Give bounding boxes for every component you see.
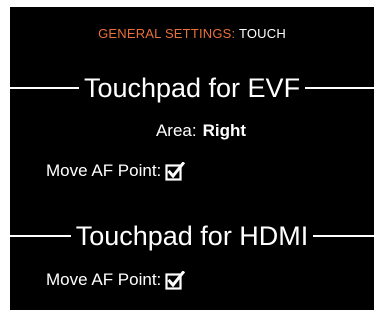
hdmi-move-af-row[interactable]: Move AF Point: bbox=[46, 270, 186, 291]
evf-area-label: Area: bbox=[155, 121, 197, 140]
checkbox-checked-icon bbox=[165, 270, 186, 290]
breadcrumb-category: GENERAL SETTINGS: bbox=[98, 26, 236, 41]
evf-section-header: Touchpad for EVF bbox=[10, 70, 374, 106]
evf-area-row[interactable]: Area: Right bbox=[10, 121, 374, 141]
divider-left bbox=[10, 87, 79, 89]
breadcrumb: GENERAL SETTINGS: TOUCH bbox=[10, 26, 374, 41]
hdmi-move-af-label: Move AF Point: bbox=[46, 270, 162, 289]
divider-left bbox=[10, 235, 71, 237]
evf-area-value[interactable]: Right bbox=[203, 121, 246, 141]
checkbox-checked-icon bbox=[165, 161, 186, 181]
hdmi-section-title: Touchpad for HDMI bbox=[75, 221, 309, 251]
evf-move-af-label: Move AF Point: bbox=[46, 161, 162, 180]
evf-section-title: Touchpad for EVF bbox=[83, 73, 301, 103]
breadcrumb-current: TOUCH bbox=[238, 26, 286, 41]
evf-move-af-row[interactable]: Move AF Point: bbox=[46, 161, 186, 182]
divider-right bbox=[313, 235, 375, 237]
divider-right bbox=[305, 87, 374, 89]
evf-move-af-checkbox[interactable] bbox=[165, 161, 186, 182]
hdmi-section-header: Touchpad for HDMI bbox=[10, 218, 375, 254]
hdmi-move-af-checkbox[interactable] bbox=[165, 270, 186, 291]
touch-settings-panel: GENERAL SETTINGS: TOUCH Touchpad for EVF… bbox=[10, 7, 375, 310]
